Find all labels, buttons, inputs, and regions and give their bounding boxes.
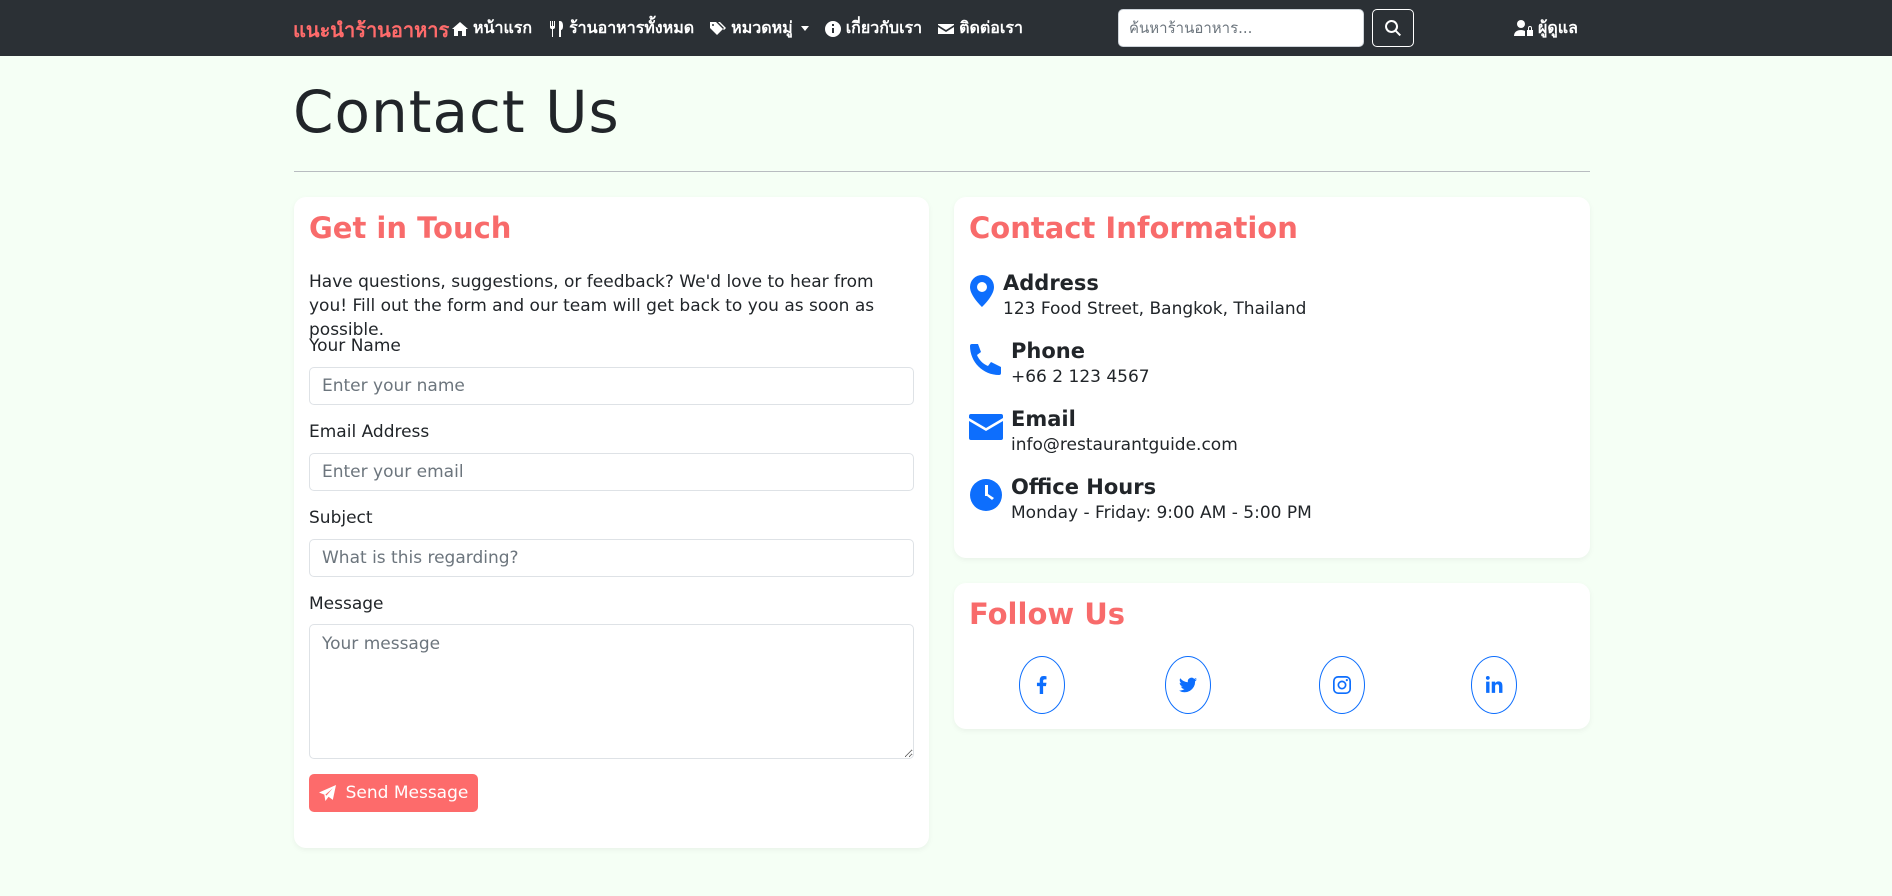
facebook-button[interactable] [1019,656,1065,714]
phone-icon [969,342,1003,376]
admin-label: ผู้ดูแล [1538,18,1578,37]
info-item-phone: Phone +66 2 123 4567 [969,338,1150,387]
subject-label: Subject [309,508,373,528]
nav-restaurants[interactable]: ร้านอาหารทั้งหมด [548,16,694,41]
nav-about[interactable]: เกี่ยวกับเรา [824,16,923,41]
page-title: Contact Us [293,78,620,146]
home-icon [452,21,468,36]
instagram-button[interactable] [1319,656,1365,714]
info-heading: Office Hours [1011,475,1157,499]
search-input[interactable] [1118,9,1364,47]
info-heading: Address [1003,271,1099,295]
message-field[interactable] [309,624,914,759]
info-text: Monday - Friday: 9:00 AM - 5:00 PM [1011,503,1312,523]
nav-categories-dropdown[interactable]: หมวดหมู่ [710,16,809,41]
nav-restaurants-label: ร้านอาหารทั้งหมด [569,18,695,37]
name-field[interactable] [309,367,914,405]
facebook-icon [1036,676,1047,694]
info-text: info@restaurantguide.com [1011,435,1238,455]
subject-field[interactable] [309,539,914,577]
utensils-icon [550,20,564,37]
nav-links: หน้าแรก ร้านอาหารทั้งหมด หมวดหมู่ เกี่ยว… [452,16,1039,41]
send-message-label: Send Message [345,783,469,803]
nav-contact-label: ติดต่อเรา [959,18,1023,37]
admin-link[interactable]: ผู้ดูแล [1514,16,1578,41]
nav-categories-label: หมวดหมู่ [731,18,793,37]
navbar: แนะนำร้านอาหาร หน้าแรก ร้านอาหารทั้งหมด … [0,0,1892,56]
info-text: 123 Food Street, Bangkok, Thailand [1003,299,1307,319]
twitter-icon [1179,677,1197,693]
user-lock-icon [1514,20,1533,36]
info-heading: Phone [1011,339,1085,363]
send-message-button[interactable]: Send Message [309,774,478,812]
follow-card-title: Follow Us [969,597,1126,631]
instagram-icon [1333,676,1351,694]
tags-icon [710,21,727,36]
form-intro-text: Have questions, suggestions, or feedback… [309,272,875,340]
envelope-icon [938,23,955,34]
info-heading: Email [1011,407,1076,431]
nav-home[interactable]: หน้าแรก [452,16,532,41]
contact-form-card: Get in Touch Have questions, suggestions… [294,197,929,848]
brand-logo[interactable]: แนะนำร้านอาหาร [293,14,449,46]
search-button[interactable] [1372,9,1414,47]
form-card-title: Get in Touch [309,211,512,245]
info-circle-icon [824,20,841,37]
clock-icon [969,478,1003,512]
nav-home-label: หน้าแรก [473,18,533,37]
info-text: +66 2 123 4567 [1011,367,1150,387]
info-item-email: Email info@restaurantguide.com [969,406,1238,455]
follow-us-card: Follow Us [954,583,1590,729]
nav-contact[interactable]: ติดต่อเรา [938,16,1023,41]
twitter-button[interactable] [1165,656,1211,714]
info-item-address: Address 123 Food Street, Bangkok, Thaila… [969,270,1306,319]
nav-about-label: เกี่ยวกับเรา [845,18,923,37]
chevron-down-icon [800,26,809,31]
linkedin-icon [1485,676,1503,693]
email-label: Email Address [309,422,430,442]
info-item-office-hours: Office Hours Monday - Friday: 9:00 AM - … [969,474,1312,523]
info-card-title: Contact Information [969,211,1298,245]
email-field[interactable] [309,453,914,491]
message-label: Message [309,594,384,614]
paper-plane-icon [318,784,336,801]
divider [294,171,1590,172]
map-marker-icon [969,274,995,308]
envelope-icon [969,410,1003,444]
search-icon [1385,20,1401,36]
name-label: Your Name [309,336,401,356]
contact-info-card: Contact Information Address 123 Food Str… [954,197,1590,558]
linkedin-button[interactable] [1471,656,1517,714]
